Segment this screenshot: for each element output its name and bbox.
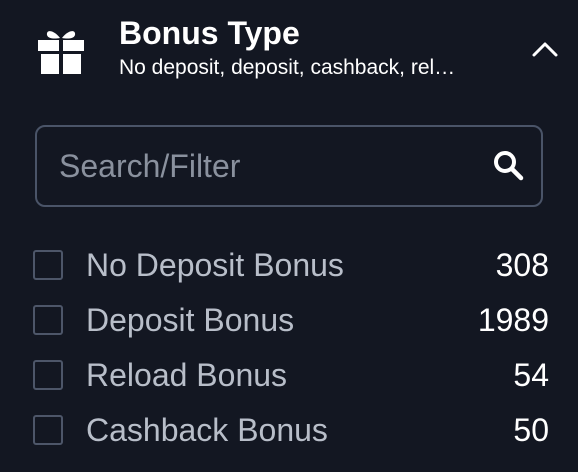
search-input[interactable]	[59, 127, 459, 205]
option-count: 54	[513, 357, 549, 393]
checkbox[interactable]	[33, 305, 63, 335]
chevron-up-icon[interactable]	[525, 34, 565, 64]
checkbox[interactable]	[33, 250, 63, 280]
option-label: Reload Bonus	[86, 357, 288, 393]
option-deposit-bonus[interactable]: Deposit Bonus 1989	[0, 292, 578, 347]
option-count: 308	[495, 247, 549, 283]
gift-icon	[38, 26, 84, 74]
checkbox[interactable]	[33, 415, 63, 445]
option-label: No Deposit Bonus	[86, 247, 344, 283]
option-cashback-bonus[interactable]: Cashback Bonus 50	[0, 402, 578, 457]
search-box	[35, 125, 543, 207]
option-reload-bonus[interactable]: Reload Bonus 54	[0, 347, 578, 402]
checkbox[interactable]	[33, 360, 63, 390]
option-count: 1989	[477, 302, 549, 338]
filter-header[interactable]: Bonus Type No deposit, deposit, cashback…	[0, 0, 578, 100]
bonus-type-options: No Deposit Bonus 308 Deposit Bonus 1989 …	[0, 237, 578, 457]
option-no-deposit-bonus[interactable]: No Deposit Bonus 308	[0, 237, 578, 292]
option-count: 50	[513, 412, 549, 448]
search-icon[interactable]	[492, 149, 526, 183]
option-label: Cashback Bonus	[86, 412, 328, 448]
filter-summary: No deposit, deposit, cashback, rel…	[119, 56, 456, 79]
filter-title: Bonus Type	[119, 15, 300, 51]
option-label: Deposit Bonus	[86, 302, 295, 338]
